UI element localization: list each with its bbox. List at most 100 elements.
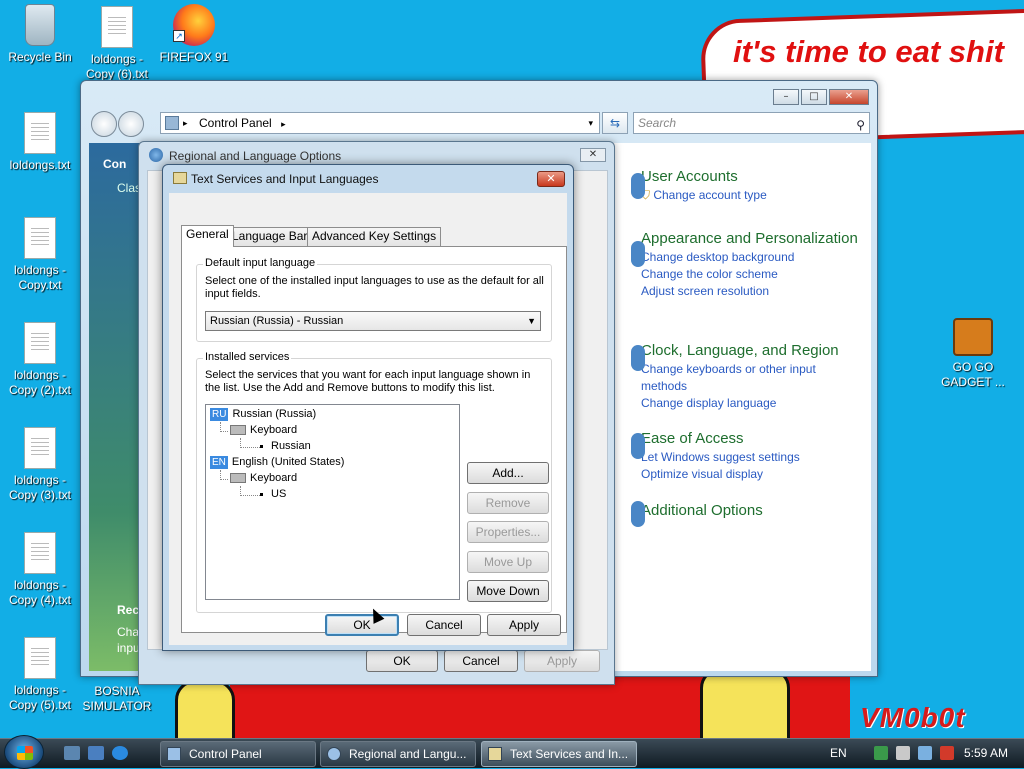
- shortcut-arrow-icon: ↗: [173, 30, 185, 42]
- desktop-icon-firefox[interactable]: ↗ FIREFOX 91: [154, 4, 234, 65]
- chevron-down-icon[interactable]: ▾: [588, 113, 593, 133]
- desktop-icon-file[interactable]: loldongs - Copy.txt: [0, 217, 80, 293]
- bullet-icon: [260, 444, 263, 448]
- desktop-icon-bosnia-simulator[interactable]: BOSNIA SIMULATOR: [77, 684, 157, 714]
- address-bar[interactable]: ▸ Control Panel ▸ ▾: [160, 112, 600, 134]
- close-button[interactable]: ✕: [537, 171, 565, 187]
- desktop: it's time to eat shit and chew um VM0b0t…: [0, 0, 1024, 740]
- breadcrumb-arrow-icon: ▸: [183, 118, 188, 128]
- search-icon[interactable]: ⚲: [856, 115, 865, 135]
- desktop-icon-file[interactable]: loldongs.txt: [0, 112, 80, 173]
- category-link[interactable]: ⛉ Change account type: [641, 187, 767, 204]
- firefox-icon: ↗: [173, 4, 215, 46]
- category-link[interactable]: Change desktop background: [641, 249, 861, 266]
- move-down-button[interactable]: Move Down: [467, 580, 549, 602]
- category-link[interactable]: Let Windows suggest settings: [641, 449, 800, 466]
- desktop-icon-label: BOSNIA SIMULATOR: [82, 684, 152, 713]
- ok-button[interactable]: OK: [325, 614, 399, 636]
- installed-services-group: Installed services Select the services t…: [196, 351, 552, 613]
- taskbar-item-text-services[interactable]: Text Services and In...: [481, 741, 637, 767]
- tab-language-bar[interactable]: Language Bar: [227, 227, 313, 246]
- refresh-button[interactable]: ⇆: [602, 112, 628, 134]
- category-title[interactable]: Ease of Access: [641, 429, 800, 449]
- selected-value: Russian (Russia) - Russian: [210, 315, 344, 327]
- desktop-icon-file[interactable]: loldongs - Copy (3).txt: [0, 427, 80, 503]
- category-ease-of-access: Ease of Access Let Windows suggest setti…: [631, 429, 800, 483]
- internet-explorer-icon[interactable]: [112, 746, 128, 760]
- tree-item-layout[interactable]: Russian: [260, 439, 311, 453]
- category-link[interactable]: Change keyboards or other input methods: [641, 361, 861, 395]
- taskbar-item-regional[interactable]: Regional and Langu...: [320, 741, 476, 767]
- category-additional-options: Additional Options: [631, 501, 763, 527]
- desktop-icon-label: loldongs - Copy (2).txt: [8, 368, 71, 397]
- desktop-icon-gadget[interactable]: GO GO GADGET ...: [933, 318, 1013, 390]
- clock-globe-icon: [631, 345, 645, 371]
- recycle-bin-icon: [25, 4, 55, 46]
- breadcrumb-arrow-icon: ▸: [281, 119, 286, 129]
- tree-item-category[interactable]: Keyboard: [230, 471, 297, 485]
- tree-item-language[interactable]: EN English (United States): [210, 455, 344, 469]
- category-title[interactable]: User Accounts: [641, 167, 767, 187]
- remove-button[interactable]: Remove: [467, 492, 549, 514]
- monitor-icon[interactable]: [918, 746, 932, 760]
- clock[interactable]: 5:59 AM: [964, 739, 1008, 767]
- apply-button[interactable]: Apply: [487, 614, 561, 636]
- back-button[interactable]: [91, 111, 117, 137]
- desktop-icon-recycle-bin[interactable]: Recycle Bin: [0, 4, 80, 65]
- network-icon[interactable]: [874, 746, 888, 760]
- breadcrumb[interactable]: Control Panel: [199, 116, 272, 130]
- minimize-button[interactable]: –: [773, 89, 799, 105]
- text-file-icon: [24, 637, 56, 679]
- group-description: Select the services that you want for ea…: [205, 369, 531, 394]
- tree-line: [240, 486, 260, 496]
- cancel-button[interactable]: Cancel: [407, 614, 481, 636]
- desktop-icon-file[interactable]: loldongs - Copy (5).txt: [0, 637, 80, 713]
- dialog-title: Text Services and Input Languages: [191, 172, 379, 186]
- default-input-language-group: Default input language Select one of the…: [196, 257, 552, 342]
- keyboard-icon: [488, 747, 502, 761]
- forward-button[interactable]: [118, 111, 144, 137]
- desktop-icon-file[interactable]: loldongs - Copy (6).txt: [77, 6, 157, 82]
- desktop-icon-label: FIREFOX 91: [159, 50, 229, 64]
- switch-windows-icon[interactable]: [88, 746, 104, 760]
- close-button[interactable]: ✕: [580, 148, 606, 162]
- search-input[interactable]: Search ⚲: [633, 112, 870, 134]
- category-clock-language-region: Clock, Language, and Region Change keybo…: [631, 341, 861, 412]
- group-legend: Default input language: [203, 257, 318, 269]
- category-link[interactable]: Change the color scheme: [641, 266, 861, 283]
- task-pane-item[interactable]: inpu: [117, 641, 140, 655]
- move-up-button[interactable]: Move Up: [467, 551, 549, 573]
- properties-button[interactable]: Properties...: [467, 521, 549, 543]
- services-tree[interactable]: RU Russian (Russia) Keyboard Russian EN En…: [205, 404, 460, 600]
- category-link[interactable]: Change display language: [641, 395, 861, 412]
- add-button[interactable]: Add...: [467, 462, 549, 484]
- task-pane-item[interactable]: Con: [103, 157, 126, 171]
- task-pane-item[interactable]: Cha: [117, 625, 139, 639]
- category-link[interactable]: Adjust screen resolution: [641, 283, 861, 300]
- close-button[interactable]: ✕: [829, 89, 869, 105]
- tree-item-language[interactable]: RU Russian (Russia): [210, 407, 316, 421]
- category-link[interactable]: Optimize visual display: [641, 466, 800, 483]
- ok-button[interactable]: OK: [366, 650, 438, 672]
- category-title[interactable]: Clock, Language, and Region: [641, 341, 861, 361]
- maximize-button[interactable]: □: [801, 89, 827, 105]
- tab-general[interactable]: General: [181, 225, 234, 247]
- tray-icon[interactable]: [896, 746, 910, 760]
- default-language-select[interactable]: Russian (Russia) - Russian ▼: [205, 311, 541, 331]
- additional-options-icon: [631, 501, 645, 527]
- tree-item-category[interactable]: Keyboard: [230, 423, 297, 437]
- volume-muted-icon[interactable]: [940, 746, 954, 760]
- category-title[interactable]: Additional Options: [641, 501, 763, 521]
- language-indicator[interactable]: EN: [830, 739, 847, 767]
- desktop-icon-file[interactable]: loldongs - Copy (4).txt: [0, 532, 80, 608]
- cancel-button[interactable]: Cancel: [444, 650, 518, 672]
- show-desktop-icon[interactable]: [64, 746, 80, 760]
- category-title[interactable]: Appearance and Personalization: [641, 229, 861, 249]
- control-panel-categories: User Accounts ⛉ Change account type Appe…: [611, 143, 871, 671]
- apply-button[interactable]: Apply: [524, 650, 600, 672]
- taskbar-item-control-panel[interactable]: Control Panel: [160, 741, 316, 767]
- tab-advanced-key-settings[interactable]: Advanced Key Settings: [307, 227, 442, 246]
- start-button[interactable]: [4, 735, 44, 769]
- desktop-icon-file[interactable]: loldongs - Copy (2).txt: [0, 322, 80, 398]
- tree-item-layout[interactable]: US: [260, 487, 286, 501]
